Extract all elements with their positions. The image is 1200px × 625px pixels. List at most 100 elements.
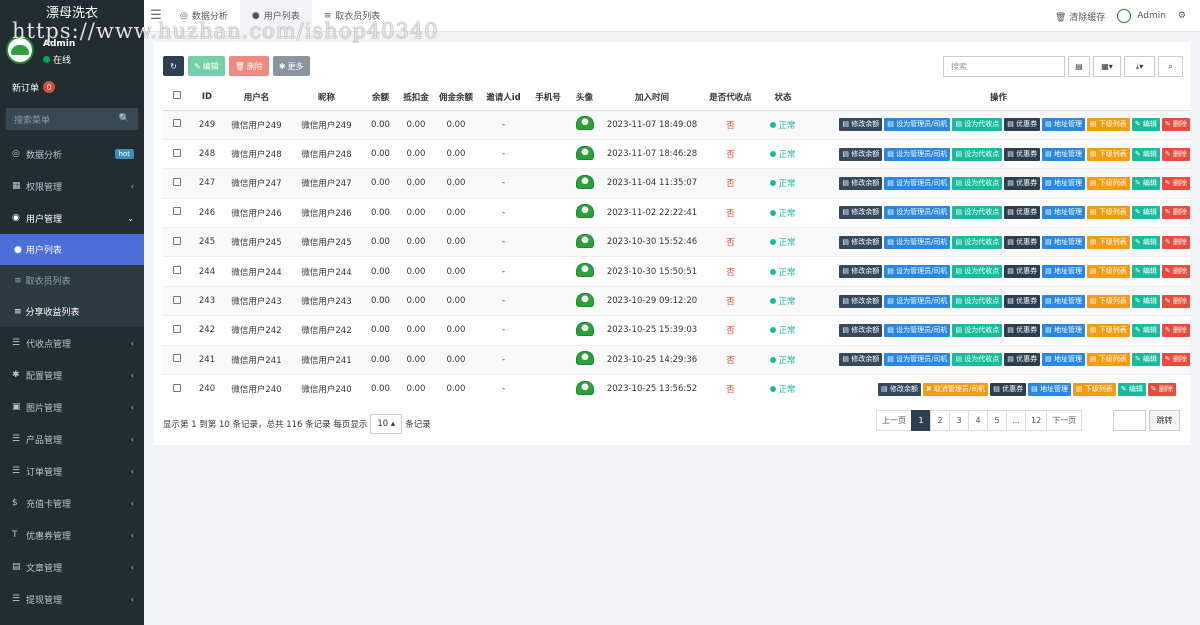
- set-admin-button[interactable]: ▤ 设为管理员/司机: [884, 147, 951, 161]
- edit-balance-button[interactable]: ▤ 修改余额: [839, 265, 883, 279]
- edit-balance-button[interactable]: ▤ 修改余额: [839, 118, 883, 132]
- row-checkbox[interactable]: [173, 148, 181, 157]
- subordinates-button[interactable]: ▤ 下级列表: [1086, 323, 1130, 337]
- address-button[interactable]: ▤ 地址管理: [1042, 294, 1085, 308]
- hamburger-icon[interactable]: ☰: [144, 8, 168, 23]
- more-button[interactable]: ✱ 更多: [272, 56, 310, 76]
- subordinates-button[interactable]: ▤ 下级列表: [1086, 265, 1130, 279]
- subordinates-button[interactable]: ▤ 下级列表: [1086, 147, 1130, 161]
- coupon-button[interactable]: ▤ 优惠券: [990, 382, 1027, 396]
- coupon-button[interactable]: ▤ 优惠券: [1004, 294, 1041, 308]
- set-admin-button[interactable]: ▤ 设为管理员/司机: [884, 323, 951, 337]
- set-agent-button[interactable]: ▤ 设为代收点: [952, 265, 1003, 279]
- set-admin-button[interactable]: ▤ 设为管理员/司机: [884, 206, 951, 220]
- row-edit-button[interactable]: ✎ 编辑: [1131, 353, 1160, 367]
- subordinates-button[interactable]: ▤ 下级列表: [1086, 176, 1130, 190]
- address-button[interactable]: ▤ 地址管理: [1042, 147, 1085, 161]
- row-edit-button[interactable]: ✎ 编辑: [1131, 147, 1160, 161]
- page-button[interactable]: 5: [987, 410, 1007, 431]
- row-edit-button[interactable]: ✎ 编辑: [1131, 235, 1160, 249]
- search-icon[interactable]: ⌕: [1158, 56, 1183, 77]
- subordinates-button[interactable]: ▤ 下级列表: [1072, 382, 1116, 396]
- table-search-input[interactable]: 搜索: [943, 56, 1065, 77]
- row-edit-button[interactable]: ✎ 编辑: [1131, 265, 1160, 279]
- row-edit-button[interactable]: ✎ 编辑: [1131, 176, 1160, 190]
- page-button[interactable]: 3: [949, 410, 969, 431]
- set-agent-button[interactable]: ▤ 设为代收点: [952, 118, 1003, 132]
- jump-button[interactable]: 跳转: [1149, 410, 1180, 431]
- address-button[interactable]: ▤ 地址管理: [1042, 235, 1085, 249]
- coupon-button[interactable]: ▤ 优惠券: [1004, 118, 1041, 132]
- sidebar-item[interactable]: ▣ 图片管理 ‹: [0, 391, 144, 423]
- row-checkbox[interactable]: [173, 295, 181, 304]
- sidebar-subitem[interactable]: ≡ 取衣员列表: [0, 265, 144, 296]
- set-agent-button[interactable]: ▤ 设为代收点: [952, 323, 1003, 337]
- edit-balance-button[interactable]: ▤ 修改余额: [877, 382, 921, 396]
- coupon-button[interactable]: ▤ 优惠券: [1004, 353, 1041, 367]
- sidebar-item[interactable]: ☰ 代收点管理 ‹: [0, 327, 144, 359]
- columns-icon[interactable]: ▦▾: [1093, 56, 1121, 77]
- subordinates-button[interactable]: ▤ 下级列表: [1086, 353, 1130, 367]
- sidebar-item[interactable]: ☰ 订单管理 ‹: [0, 455, 144, 487]
- edit-balance-button[interactable]: ▤ 修改余额: [839, 176, 883, 190]
- sidebar-item[interactable]: ◉ 用户管理 ⌄: [0, 202, 144, 234]
- row-delete-button[interactable]: ✎ 删除: [1161, 147, 1190, 161]
- set-agent-button[interactable]: ▤ 设为代收点: [952, 235, 1003, 249]
- sidebar-item[interactable]: $ 充值卡管理 ‹: [0, 487, 144, 519]
- row-checkbox[interactable]: [173, 383, 181, 392]
- coupon-button[interactable]: ▤ 优惠券: [1004, 206, 1041, 220]
- jump-page-input[interactable]: [1113, 410, 1146, 431]
- export-icon[interactable]: ⤓▾: [1124, 56, 1155, 77]
- set-admin-button[interactable]: ▤ 设为管理员/司机: [884, 235, 951, 249]
- sidebar-item[interactable]: ◎ 数据分析 hot: [0, 138, 144, 170]
- admin-menu[interactable]: Admin: [1117, 9, 1166, 23]
- row-delete-button[interactable]: ✎ 删除: [1161, 294, 1190, 308]
- page-button[interactable]: 上一页: [876, 410, 912, 431]
- sidebar-item[interactable]: ☰ 产品管理 ‹: [0, 423, 144, 455]
- row-delete-button[interactable]: ✎ 删除: [1161, 235, 1190, 249]
- new-orders[interactable]: 新订单 0: [0, 72, 144, 102]
- settings-icon[interactable]: ⚙: [1178, 11, 1186, 21]
- edit-button[interactable]: ✎ 编辑: [188, 56, 225, 76]
- row-delete-button[interactable]: ✎ 删除: [1161, 265, 1190, 279]
- page-button[interactable]: 12: [1025, 410, 1048, 431]
- row-checkbox[interactable]: [173, 207, 181, 216]
- set-agent-button[interactable]: ▤ 设为代收点: [952, 294, 1003, 308]
- edit-balance-button[interactable]: ▤ 修改余额: [839, 206, 883, 220]
- coupon-button[interactable]: ▤ 优惠券: [1004, 323, 1041, 337]
- select-all-checkbox[interactable]: [173, 91, 181, 100]
- page-button[interactable]: 1: [911, 410, 931, 431]
- coupon-button[interactable]: ▤ 优惠券: [1004, 176, 1041, 190]
- row-delete-button[interactable]: ✎ 删除: [1161, 118, 1190, 132]
- page-size-select[interactable]: 10 ▴: [370, 414, 403, 434]
- row-edit-button[interactable]: ✎ 编辑: [1131, 323, 1160, 337]
- row-checkbox[interactable]: [173, 324, 181, 333]
- edit-balance-button[interactable]: ▤ 修改余额: [839, 323, 883, 337]
- edit-balance-button[interactable]: ▤ 修改余额: [839, 294, 883, 308]
- set-agent-button[interactable]: ▤ 设为代收点: [952, 206, 1003, 220]
- address-button[interactable]: ▤ 地址管理: [1042, 353, 1085, 367]
- coupon-button[interactable]: ▤ 优惠券: [1004, 235, 1041, 249]
- row-checkbox[interactable]: [173, 119, 181, 128]
- set-admin-button[interactable]: ▤ 设为管理员/司机: [884, 265, 951, 279]
- sidebar-subitem[interactable]: ● 用户列表: [0, 234, 144, 265]
- row-delete-button[interactable]: ✎ 删除: [1147, 382, 1176, 396]
- set-admin-button[interactable]: ▤ 设为管理员/司机: [884, 176, 951, 190]
- set-agent-button[interactable]: ▤ 设为代收点: [952, 176, 1003, 190]
- edit-balance-button[interactable]: ▤ 修改余额: [839, 147, 883, 161]
- sidebar-item[interactable]: ☰ 提现管理 ‹: [0, 583, 144, 615]
- coupon-button[interactable]: ▤ 优惠券: [1004, 265, 1041, 279]
- subordinates-button[interactable]: ▤ 下级列表: [1086, 235, 1130, 249]
- tab-user-list[interactable]: ● 用户列表: [239, 0, 312, 32]
- tab-collector-list[interactable]: ≡ 取衣员列表: [312, 0, 393, 32]
- select-all-header[interactable]: [163, 84, 191, 111]
- row-edit-button[interactable]: ✎ 编辑: [1131, 206, 1160, 220]
- address-button[interactable]: ▤ 地址管理: [1042, 176, 1085, 190]
- row-checkbox[interactable]: [173, 354, 181, 363]
- sidebar-item[interactable]: T 优惠券管理 ‹: [0, 519, 144, 551]
- toggle-view-icon[interactable]: ▤: [1068, 56, 1090, 77]
- page-button[interactable]: 下一页: [1046, 410, 1083, 431]
- address-button[interactable]: ▤ 地址管理: [1042, 118, 1085, 132]
- row-edit-button[interactable]: ✎ 编辑: [1117, 382, 1146, 396]
- address-button[interactable]: ▤ 地址管理: [1042, 265, 1085, 279]
